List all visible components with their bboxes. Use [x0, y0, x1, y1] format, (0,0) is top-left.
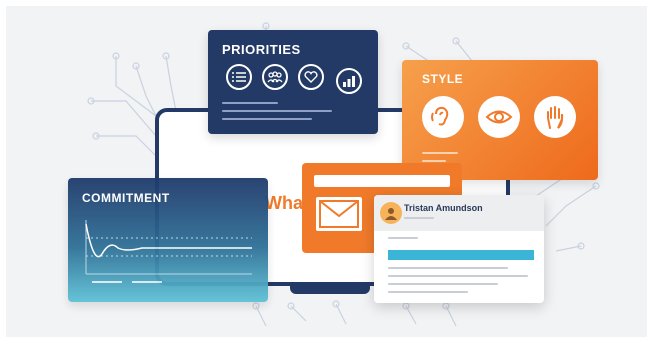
- profile-highlight-bar: [388, 250, 534, 260]
- heart-icon: [298, 64, 324, 90]
- illustration-frame: What PRIORITIES STYLE COMMITMENT Tristan…: [0, 0, 655, 343]
- text-line: [222, 118, 312, 120]
- text-line: [388, 283, 498, 285]
- text-line: [422, 152, 458, 154]
- priorities-card: PRIORITIES: [208, 30, 378, 134]
- text-line: [388, 237, 418, 239]
- commitment-card: COMMITMENT: [68, 178, 268, 302]
- text-line: [388, 267, 508, 269]
- list-icon: [226, 64, 252, 90]
- ear-icon: [422, 96, 464, 138]
- bar-chart-icon: [336, 68, 362, 94]
- text-line: [422, 160, 446, 162]
- profile-card: Tristan Amundson: [374, 195, 544, 303]
- monitor-base: [290, 284, 370, 294]
- commitment-graph: [85, 220, 252, 283]
- text-line: [388, 275, 528, 277]
- envelope-icon: [316, 197, 362, 231]
- text-line: [222, 110, 332, 112]
- priorities-title: PRIORITIES: [222, 42, 301, 57]
- profile-header: Tristan Amundson: [374, 195, 544, 231]
- text-line: [388, 291, 468, 293]
- text-line: [222, 102, 278, 104]
- avatar: [380, 202, 402, 224]
- people-icon: [262, 64, 288, 90]
- hand-icon: [534, 96, 576, 138]
- message-subject-bar: [314, 175, 450, 187]
- style-title: STYLE: [422, 72, 464, 86]
- commitment-title: COMMITMENT: [82, 191, 170, 205]
- eye-icon: [478, 96, 520, 138]
- style-card: STYLE: [402, 60, 598, 180]
- text-line: [404, 217, 434, 219]
- profile-name: Tristan Amundson: [404, 203, 483, 213]
